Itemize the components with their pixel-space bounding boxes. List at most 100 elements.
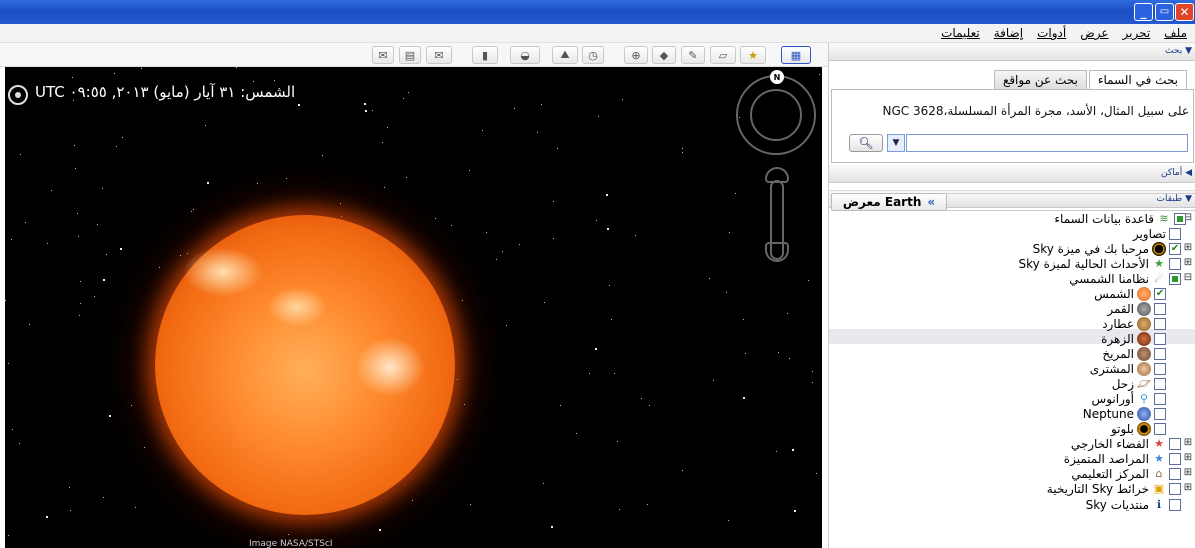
star-dot	[614, 373, 616, 375]
layer-checkbox[interactable]	[1169, 257, 1181, 270]
search-button[interactable]: 🔍︎	[849, 134, 883, 152]
compass-ring[interactable]	[750, 89, 802, 141]
email-icon[interactable]: ✉	[372, 46, 394, 64]
planet-view-icon[interactable]: ◒	[510, 46, 540, 64]
tour-icon[interactable]: ★	[740, 46, 766, 64]
minimize-button[interactable]: _	[1134, 3, 1153, 21]
panel-toggle-icon[interactable]: ▮	[472, 46, 498, 64]
star-dot	[743, 319, 745, 321]
layer-checkbox[interactable]	[1169, 437, 1181, 450]
mail-icon[interactable]: ✉	[426, 46, 452, 64]
search-input[interactable]	[906, 134, 1188, 152]
horizon-icon[interactable]: ⛰	[552, 46, 578, 64]
layer-row[interactable]: ✔ الشمس	[1094, 286, 1166, 301]
layer-checkbox[interactable]: ✔	[1169, 242, 1181, 255]
star-dot	[78, 315, 80, 317]
star-dot	[461, 299, 463, 301]
add-placemark-icon[interactable]: ⊕	[624, 46, 648, 64]
clock-icon[interactable]: ◷	[582, 46, 604, 64]
star-dot	[619, 508, 621, 510]
layer-row[interactable]: بلوتو	[1111, 421, 1166, 436]
layer-checkbox[interactable]	[1169, 272, 1181, 285]
layer-row[interactable]: تصاوير	[1133, 226, 1181, 241]
layer-checkbox[interactable]	[1174, 212, 1186, 225]
compass-control[interactable]: N	[736, 70, 816, 155]
chevron-down-icon[interactable]: ▼	[887, 134, 905, 152]
star-dot	[204, 125, 206, 127]
layer-row[interactable]: الزهرة	[1101, 331, 1166, 346]
tab-sky-search[interactable]: بحث في السماء	[1088, 70, 1187, 90]
expand-toggle-icon[interactable]: ⊞	[1183, 468, 1193, 478]
layer-row[interactable]: ℹ منتديات Sky	[1086, 497, 1181, 512]
layer-checkbox[interactable]	[1169, 482, 1181, 495]
add-path-icon[interactable]: ✎	[681, 46, 705, 64]
sidebar-icon[interactable]: ▦	[781, 46, 811, 64]
add-overlay-icon[interactable]: ▱	[710, 46, 736, 64]
add-polygon-icon[interactable]: ◆	[652, 46, 676, 64]
tab-location-search[interactable]: بحث عن مواقع	[993, 70, 1087, 90]
menu-item-0[interactable]: ملف	[1164, 26, 1187, 40]
layer-row[interactable]: المريخ	[1102, 346, 1166, 361]
layer-row[interactable]: القمر	[1107, 301, 1166, 316]
star-dot	[11, 428, 13, 430]
expand-toggle-icon[interactable]: ⊞	[1183, 438, 1193, 448]
layer-row[interactable]: ★ المراصد المتميزة	[1064, 451, 1181, 466]
layer-row[interactable]: Neptune	[1083, 406, 1166, 421]
layer-label: الزهرة	[1101, 331, 1134, 346]
layer-checkbox[interactable]	[1154, 407, 1166, 420]
expand-toggle-icon[interactable]: ⊞	[1183, 453, 1193, 463]
star-dot	[24, 221, 26, 223]
layer-checkbox[interactable]	[1154, 377, 1166, 390]
layer-checkbox[interactable]	[1169, 498, 1181, 511]
star-dot	[744, 353, 746, 355]
star-dot	[682, 470, 684, 472]
sky-viewer[interactable]: الشمس: ٣١ آيار (مايو) ٢٠١٣, ٠٩:٥٥ UTC N …	[5, 67, 822, 548]
side-panel: ▼ بحث بحث في السماء بحث عن مواقع على سبي…	[828, 43, 1195, 548]
layer-row[interactable]: المشترى	[1090, 361, 1166, 376]
expand-toggle-icon[interactable]: ⊟	[1183, 273, 1193, 283]
star-dot	[681, 147, 683, 149]
menu-item-2[interactable]: عرض	[1080, 26, 1108, 40]
layer-row[interactable]: ☄ نظامنا الشمسي	[1069, 271, 1181, 286]
layer-checkbox[interactable]	[1169, 467, 1181, 480]
close-button[interactable]: ✕	[1175, 3, 1194, 21]
star-dot	[589, 372, 591, 374]
star-dot	[252, 81, 254, 83]
layer-checkbox[interactable]	[1154, 422, 1166, 435]
layer-row[interactable]: ≋ قاعدة بيانات السماء	[1054, 211, 1186, 226]
earth-gallery-button[interactable]: معرض Earth «	[831, 193, 947, 211]
expand-toggle-icon[interactable]: ⊞	[1183, 483, 1193, 493]
layer-row[interactable]: عطارد	[1102, 316, 1166, 331]
layer-checkbox[interactable]: ✔	[1154, 287, 1166, 300]
layer-row[interactable]: 🪐︎ زحل	[1112, 376, 1166, 391]
print-icon[interactable]: ▤	[399, 46, 421, 64]
layer-row[interactable]: ⌂ المركز التعليمي	[1071, 466, 1181, 481]
layer-checkbox[interactable]	[1154, 332, 1166, 345]
layer-row[interactable]: ▣ خرائط Sky التاريخية	[1047, 481, 1181, 496]
layer-checkbox[interactable]	[1154, 347, 1166, 360]
expand-toggle-icon[interactable]: ⊞	[1183, 258, 1193, 268]
menu-item-3[interactable]: أدوات	[1037, 26, 1066, 40]
menu-item-5[interactable]: تعليمات	[941, 26, 980, 40]
layer-row[interactable]: ★ الأحداث الحالية لميزة Sky	[1019, 256, 1181, 271]
layer-checkbox[interactable]	[1169, 452, 1181, 465]
zoom-out-icon[interactable]	[765, 242, 789, 262]
menu-item-1[interactable]: تحرير	[1123, 26, 1151, 40]
restore-button[interactable]: ▭	[1155, 3, 1174, 21]
layer-row[interactable]: ★ الفضاء الخارجي	[1071, 436, 1181, 451]
search-hint: على سبيل المثال، الأسد، مجرة المرأة المس…	[882, 104, 1189, 118]
places-section-header[interactable]: ◀ أماكن	[829, 165, 1195, 183]
layer-row[interactable]: ✔ مرحبا بك في ميزة Sky	[1033, 241, 1181, 256]
layer-checkbox[interactable]	[1154, 302, 1166, 315]
layer-checkbox[interactable]	[1154, 317, 1166, 330]
expand-toggle-icon[interactable]: ⊞	[1183, 243, 1193, 253]
layer-row[interactable]: ⚲ أورانوس	[1092, 391, 1166, 406]
star-dot	[383, 187, 385, 189]
earth-gallery-label: معرض Earth	[842, 195, 922, 209]
menu-item-4[interactable]: إضافة	[994, 26, 1023, 40]
layer-checkbox[interactable]	[1154, 362, 1166, 375]
search-section-header[interactable]: ▼ بحث	[829, 43, 1195, 61]
layer-checkbox[interactable]	[1169, 227, 1181, 240]
star-dot	[818, 73, 820, 75]
layer-checkbox[interactable]	[1154, 392, 1166, 405]
